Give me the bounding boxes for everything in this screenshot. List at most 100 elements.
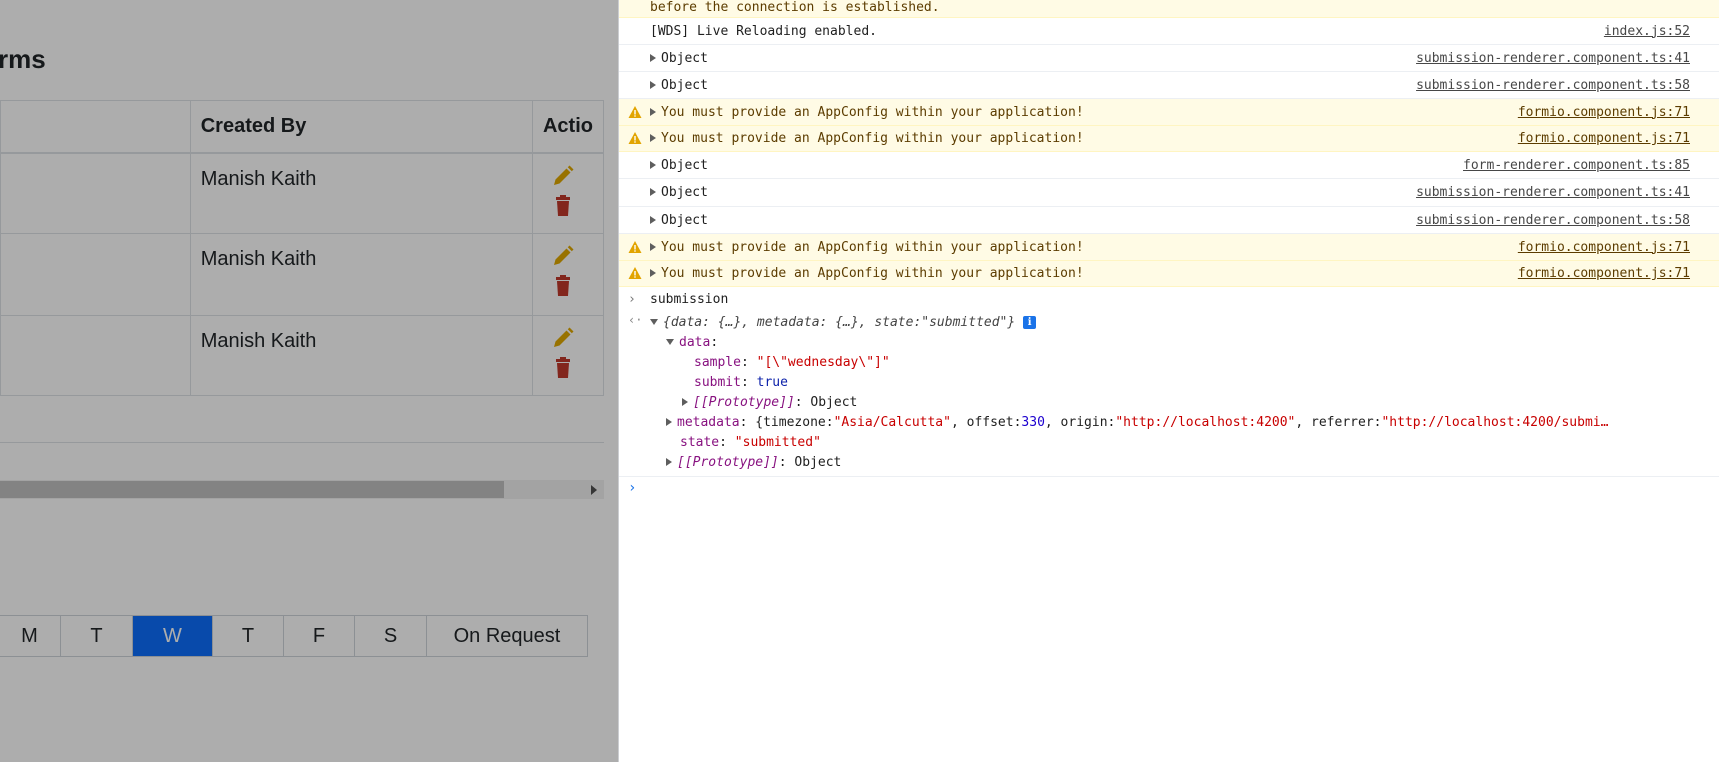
scroll-right-arrow-icon[interactable]	[586, 480, 602, 499]
console-source-link[interactable]: formio.component.js:71	[1518, 105, 1690, 120]
console-source-link[interactable]: index.js:52	[1604, 24, 1690, 39]
warning-icon	[628, 267, 642, 279]
console-message[interactable]: Object submission-renderer.component.ts:…	[619, 45, 1719, 72]
tree-node-data-prototype[interactable]: [[Prototype]]: Object	[682, 393, 857, 411]
info-icon[interactable]: i	[1023, 315, 1037, 329]
app-panel: rms Created By Actio Manish Kaith Manish…	[0, 0, 618, 762]
scrollbar-thumb[interactable]	[0, 481, 504, 498]
forms-table: Created By Actio Manish Kaith Manish Kai…	[0, 100, 605, 396]
table-cell-created-by: Manish Kaith	[189, 152, 533, 234]
result-summary: {data: {…}, metadata: {…}, state:	[663, 314, 922, 330]
metadata-preview: {timezone:	[755, 414, 834, 430]
metadata-origin: "http://localhost:4200"	[1115, 414, 1296, 430]
result-summary-state: "submitted"	[921, 314, 1008, 330]
expand-arrow-icon[interactable]	[650, 242, 656, 251]
warning-icon	[628, 132, 642, 144]
day-button-friday[interactable]: F	[284, 616, 355, 656]
tree-key: data	[679, 334, 711, 350]
day-button-wednesday[interactable]: W	[133, 616, 213, 656]
day-button-on-request[interactable]: On Request	[427, 616, 587, 656]
console-source-link[interactable]: formio.component.js:71	[1518, 131, 1690, 146]
console-source-link[interactable]: submission-renderer.component.ts:41	[1416, 51, 1690, 66]
collapse-arrow-icon[interactable]	[650, 319, 658, 325]
result-summary-close: }	[1007, 314, 1016, 330]
table-cell-name	[0, 315, 191, 396]
console-source-link[interactable]: form-renderer.component.ts:85	[1463, 158, 1690, 173]
edit-pencil-icon[interactable]	[551, 244, 575, 268]
console-input[interactable]: ›	[619, 476, 1719, 502]
console-message-text: You must provide an AppConfig within you…	[661, 266, 1084, 281]
tree-node-metadata[interactable]: metadata: {timezone: "Asia/Calcutta", of…	[666, 413, 1608, 431]
expand-arrow-icon[interactable]	[682, 398, 688, 406]
metadata-offset: 330	[1021, 414, 1045, 430]
expand-arrow-icon[interactable]	[650, 188, 656, 196]
edit-pencil-icon[interactable]	[551, 326, 575, 350]
console-warning[interactable]: You must provide an AppConfig within you…	[619, 99, 1719, 126]
console-warning[interactable]: You must provide an AppConfig within you…	[619, 126, 1719, 152]
day-button-monday[interactable]: M	[0, 616, 61, 656]
warning-icon	[628, 241, 642, 253]
console-source-link[interactable]: submission-renderer.component.ts:41	[1416, 185, 1690, 200]
console-message-text: Object	[661, 185, 708, 200]
expand-arrow-icon[interactable]	[650, 215, 656, 224]
expand-arrow-icon[interactable]	[666, 458, 672, 466]
metadata-referrer: "http://localhost:4200/submi…	[1381, 414, 1609, 430]
result-arrow-icon: ‹·	[628, 313, 643, 327]
delete-trash-icon[interactable]	[551, 356, 575, 380]
tree-key: state	[680, 434, 720, 450]
console-source-link[interactable]: formio.component.js:71	[1518, 240, 1690, 255]
table-cell-name	[0, 152, 191, 234]
tree-node-data[interactable]: data:	[666, 333, 718, 351]
table-header-row: Created By Actio	[0, 100, 605, 154]
tree-key: [[Prototype]]	[693, 394, 795, 410]
day-button-saturday[interactable]: S	[355, 616, 427, 656]
expand-arrow-icon[interactable]	[650, 134, 656, 142]
console-warning[interactable]: You must provide an AppConfig within you…	[619, 261, 1719, 287]
console-message[interactable]: Object submission-renderer.component.ts:…	[619, 72, 1719, 99]
console-message-text: Object	[661, 212, 708, 228]
console-message: [WDS] Live Reloading enabled. index.js:5…	[619, 18, 1719, 45]
console-message-text: You must provide an AppConfig within you…	[661, 131, 1084, 146]
console-message[interactable]: Object form-renderer.component.ts:85	[619, 152, 1719, 179]
tree-value: "submitted"	[734, 434, 821, 450]
horizontal-scrollbar[interactable]	[0, 480, 604, 499]
table-cell-actions	[531, 233, 605, 316]
table-cell-actions	[531, 315, 605, 396]
expand-arrow-icon[interactable]	[650, 107, 656, 116]
console-source-link[interactable]: formio.component.js:71	[1518, 266, 1690, 281]
metadata-preview-offset-label: , offset:	[950, 414, 1022, 430]
expand-arrow-icon[interactable]	[650, 160, 656, 169]
edit-pencil-icon[interactable]	[551, 164, 575, 188]
console-source-link[interactable]: submission-renderer.component.ts:58	[1416, 78, 1690, 93]
column-header-created-by[interactable]: Created By	[189, 100, 533, 154]
expand-arrow-icon[interactable]	[650, 269, 656, 277]
console-message[interactable]: Object submission-renderer.component.ts:…	[619, 207, 1719, 234]
column-header-name[interactable]	[0, 100, 191, 154]
day-selector: M T W T F S On Request	[0, 615, 588, 657]
console-source-link[interactable]: submission-renderer.component.ts:58	[1416, 213, 1690, 228]
console-message-text: before the connection is established.	[650, 0, 940, 15]
tree-node-prototype[interactable]: [[Prototype]]: Object	[666, 453, 841, 471]
console-command-echo: › submission	[619, 287, 1719, 311]
table-row: Manish Kaith	[0, 152, 605, 234]
console-warning[interactable]: You must provide an AppConfig within you…	[619, 234, 1719, 261]
tree-key: metadata	[677, 414, 740, 430]
tree-value: Object	[794, 454, 842, 470]
devtools-console: before the connection is established. [W…	[618, 0, 1719, 762]
console-message[interactable]: Object submission-renderer.component.ts:…	[619, 179, 1719, 207]
day-button-tuesday[interactable]: T	[61, 616, 133, 656]
result-summary-row[interactable]: {data: {…}, metadata: {…}, state: "submi…	[650, 313, 1037, 331]
tree-value: Object	[810, 394, 858, 410]
collapse-arrow-icon[interactable]	[666, 339, 674, 345]
tree-node-state: state: "submitted"	[680, 434, 821, 450]
tree-key: submit	[694, 374, 741, 390]
delete-trash-icon[interactable]	[551, 194, 575, 218]
expand-arrow-icon[interactable]	[666, 418, 672, 426]
day-button-thursday[interactable]: T	[213, 616, 284, 656]
delete-trash-icon[interactable]	[551, 274, 575, 298]
tree-key: [[Prototype]]	[677, 454, 779, 470]
page-title: rms	[0, 44, 46, 74]
expand-arrow-icon[interactable]	[650, 80, 656, 89]
expand-arrow-icon[interactable]	[650, 53, 656, 62]
table-cell-created-by: Manish Kaith	[189, 233, 533, 316]
